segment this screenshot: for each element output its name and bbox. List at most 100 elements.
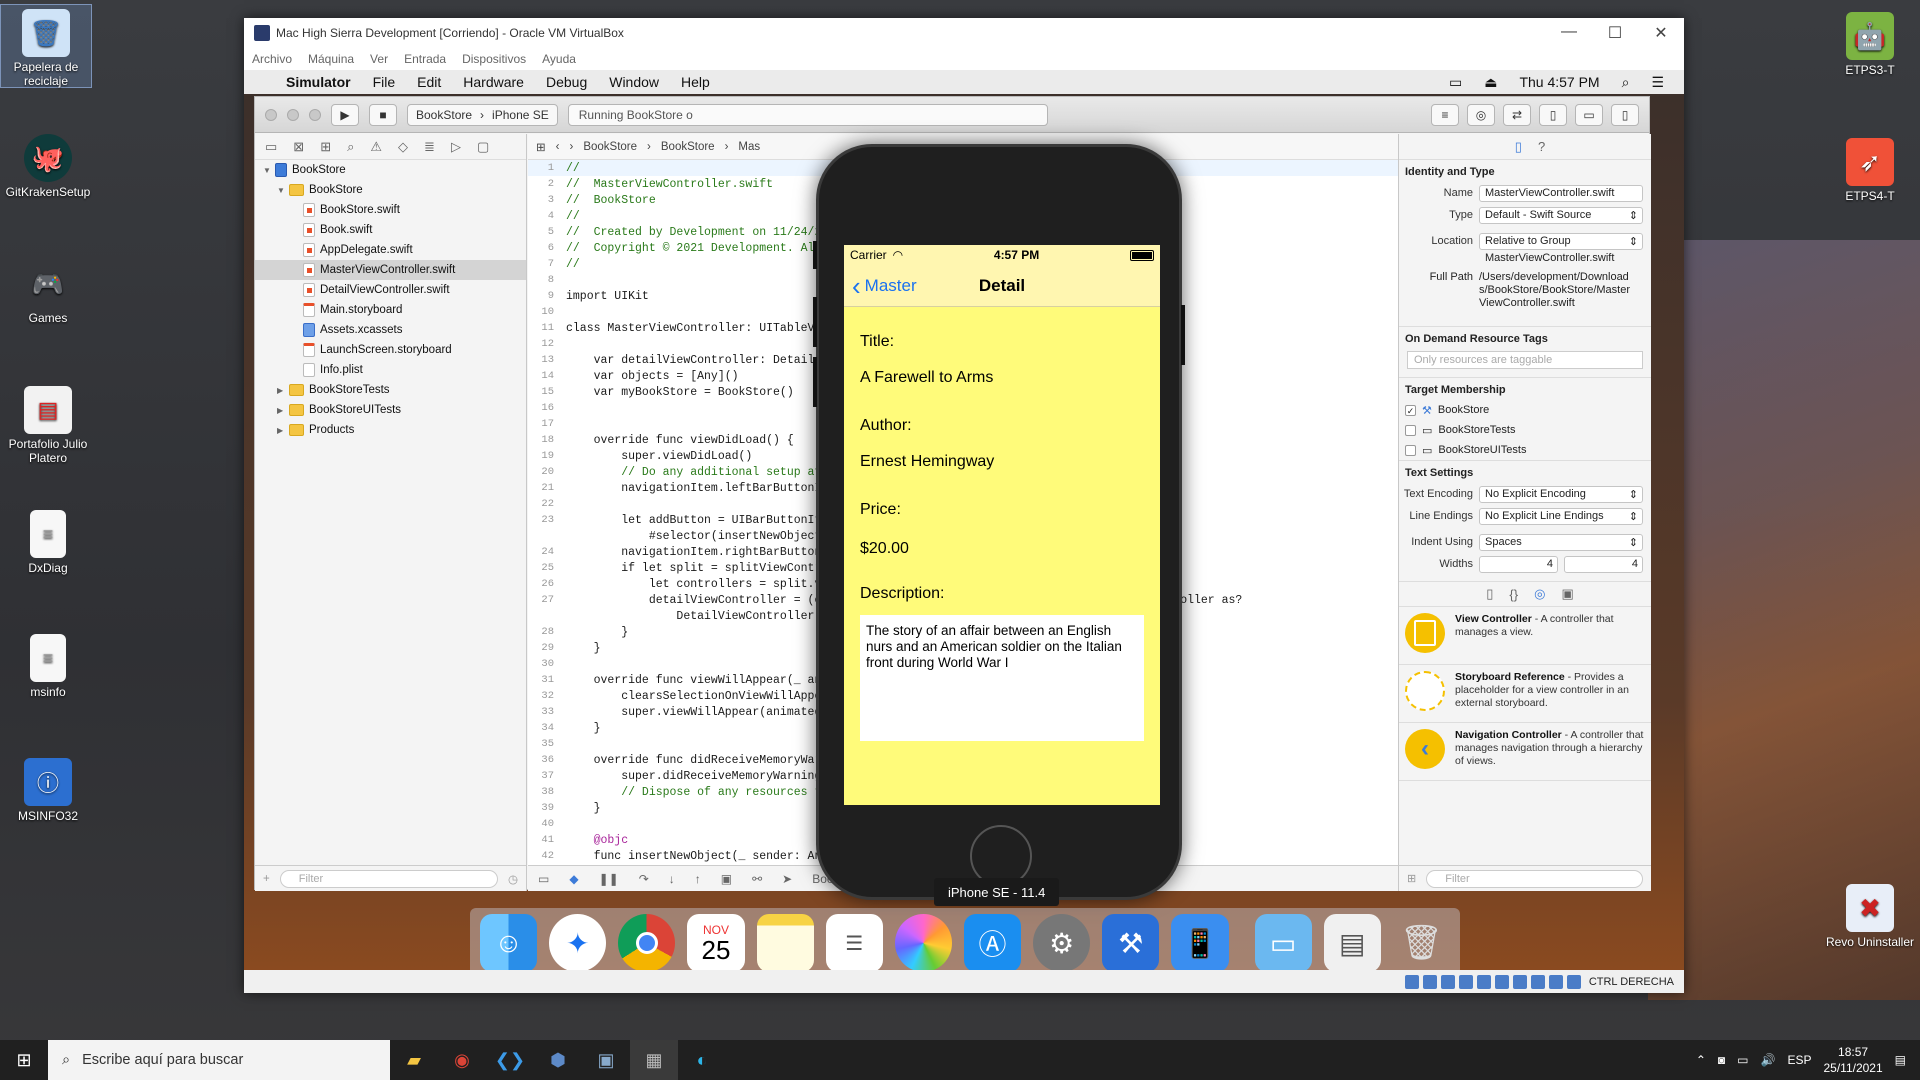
back-button[interactable]: ‹ Master xyxy=(844,273,917,299)
system-preferences-icon[interactable]: ⚙ xyxy=(1033,914,1091,970)
checkbox[interactable]: ✓ xyxy=(1405,404,1416,416)
simulator-icon[interactable]: 📱 xyxy=(1171,914,1229,970)
navigator-toggle-icon[interactable]: ▯ xyxy=(1539,103,1567,126)
vm-menu-dispositivos[interactable]: Dispositivos xyxy=(462,52,526,66)
jump-group[interactable]: BookStore xyxy=(661,141,715,153)
minimize-button[interactable]: — xyxy=(1546,23,1592,43)
stop-button[interactable]: ■ xyxy=(369,103,397,126)
desktop-icon-gitkraken[interactable]: 🐙 GitKrakenSetup xyxy=(2,130,94,199)
library-item-storyboard-reference[interactable]: Storyboard Reference - Provides a placeh… xyxy=(1399,665,1651,723)
library-item-view-controller[interactable]: View Controller - A controller that mana… xyxy=(1399,607,1651,665)
view-debugger-icon[interactable]: ▣ xyxy=(721,872,732,886)
app-store-icon[interactable]: Ⓐ xyxy=(963,914,1022,970)
file-tree-row[interactable]: ▶ BookStoreTests xyxy=(255,380,526,400)
code-snippet-icon[interactable]: {} xyxy=(1509,587,1518,602)
photos-icon[interactable] xyxy=(894,914,952,970)
chrome-icon[interactable] xyxy=(618,914,676,970)
notifications-icon[interactable]: ▤ xyxy=(1895,1053,1906,1067)
checkbox[interactable] xyxy=(1405,424,1416,436)
desktop-icon-revo[interactable]: ✖ Revo Uninstaller xyxy=(1824,880,1916,949)
hdd-icon[interactable] xyxy=(1404,974,1419,989)
menu-file[interactable]: File xyxy=(373,74,396,90)
usb-icon[interactable] xyxy=(1476,974,1491,989)
disclosure-icon[interactable]: ▶ xyxy=(277,406,289,415)
close-button[interactable]: ✕ xyxy=(1638,23,1684,43)
app-icon[interactable]: ⬢ xyxy=(534,1040,582,1080)
name-field[interactable]: MasterViewController.swift xyxy=(1479,184,1643,202)
preview-icon[interactable]: ▤ xyxy=(1323,914,1381,970)
reminders-icon[interactable]: ☰ xyxy=(825,914,883,970)
file-tree-row[interactable]: LaunchScreen.storyboard xyxy=(255,340,526,360)
library-item-navigation-controller[interactable]: ‹ Navigation Controller - A controller t… xyxy=(1399,723,1651,781)
recent-files-icon[interactable]: ◷ xyxy=(508,872,518,886)
menu-debug[interactable]: Debug xyxy=(546,74,587,90)
library-filter[interactable]: Filter xyxy=(1426,869,1643,888)
disclosure-icon[interactable]: ▶ xyxy=(277,426,289,435)
language-indicator[interactable]: ESP xyxy=(1787,1053,1811,1067)
finder-icon[interactable]: ☺ xyxy=(480,914,538,970)
taskbar-clock[interactable]: 18:57 25/11/2021 xyxy=(1823,1044,1882,1076)
file-tree-row[interactable]: Book.swift xyxy=(255,220,526,240)
navigator-filter[interactable]: Filter xyxy=(279,869,498,888)
step-over-icon[interactable]: ↷ xyxy=(639,872,649,886)
taskbar-search[interactable]: ⌕ Escribe aquí para buscar xyxy=(48,1040,390,1080)
calendar-icon[interactable]: NOV 25 xyxy=(687,914,745,970)
checkbox[interactable] xyxy=(1405,444,1416,456)
type-select[interactable]: Default - Swift Source ⇕ xyxy=(1479,206,1643,224)
chrome-taskbar-icon[interactable]: ◉ xyxy=(438,1040,486,1080)
optical-drive-icon[interactable] xyxy=(1422,974,1437,989)
file-tree-row[interactable]: ▼ BookStore xyxy=(255,160,526,180)
find-icon[interactable]: ⌕ xyxy=(347,139,354,155)
menu-help[interactable]: Help xyxy=(681,74,710,90)
window-close-dot[interactable] xyxy=(265,108,277,121)
location-icon[interactable]: ➤ xyxy=(782,872,792,886)
windows-start-icon[interactable]: ⊞ xyxy=(0,1050,48,1071)
indent-width-field[interactable]: 4 xyxy=(1564,555,1643,573)
location-select[interactable]: Relative to Group ⇕ xyxy=(1479,232,1643,250)
menu-window[interactable]: Window xyxy=(609,74,659,90)
related-items-icon[interactable]: ⊞ xyxy=(536,140,546,154)
desktop-icon-etps3[interactable]: 🤖 ETPS3-T xyxy=(1824,8,1916,77)
vm-menu-maquina[interactable]: Máquina xyxy=(308,52,354,66)
eject-icon[interactable]: ⏏ xyxy=(1484,74,1497,91)
audio-icon[interactable] xyxy=(1440,974,1455,989)
debug-area-toggle-icon[interactable]: ▭ xyxy=(1575,103,1603,126)
window-minimize-dot[interactable] xyxy=(287,108,299,121)
folder-icon[interactable]: ▭ xyxy=(265,139,277,155)
add-icon[interactable]: + xyxy=(263,873,270,885)
file-tree-row[interactable]: Main.storyboard xyxy=(255,300,526,320)
cpu-icon[interactable] xyxy=(1548,974,1563,989)
file-tree-row[interactable]: ▼ BookStore xyxy=(255,180,526,200)
folder-icon[interactable]: ▭ xyxy=(1254,914,1312,970)
recording-icon[interactable] xyxy=(1530,974,1545,989)
scheme-selector[interactable]: BookStore › iPhone SE xyxy=(407,103,558,126)
endings-select[interactable]: No Explicit Line Endings ⇕ xyxy=(1479,507,1643,525)
desktop-icon-etps4[interactable]: ➶ ETPS4-T xyxy=(1824,134,1916,203)
display-icon[interactable]: ▭ xyxy=(1449,74,1462,91)
virtualbox-taskbar-icon[interactable]: ▦ xyxy=(630,1040,678,1080)
menu-app-name[interactable]: Simulator xyxy=(286,74,351,90)
vscode-icon[interactable]: ❮❯ xyxy=(486,1040,534,1080)
back-icon[interactable]: ‹ xyxy=(556,141,560,153)
run-button[interactable]: ▶ xyxy=(331,103,359,126)
memory-graph-icon[interactable]: ⚯ xyxy=(752,872,762,886)
assistant-editor-icon[interactable]: ◎ xyxy=(1467,103,1495,126)
file-tree-row[interactable]: ▶ BookStoreUITests xyxy=(255,400,526,420)
menu-hardware[interactable]: Hardware xyxy=(463,74,524,90)
menu-edit[interactable]: Edit xyxy=(417,74,441,90)
file-explorer-icon[interactable]: ▰ xyxy=(390,1040,438,1080)
version-editor-icon[interactable]: ⇄ xyxy=(1503,103,1531,126)
symbol-icon[interactable]: ⊞ xyxy=(320,139,331,155)
source-control-icon[interactable]: ⊠ xyxy=(293,139,304,155)
encoding-select[interactable]: No Explicit Encoding ⇕ xyxy=(1479,485,1643,503)
vm-menu-archivo[interactable]: Archivo xyxy=(252,52,292,66)
step-in-icon[interactable]: ↓ xyxy=(669,872,675,886)
notification-center-icon[interactable]: ☰ xyxy=(1651,74,1664,91)
maximize-button[interactable]: ☐ xyxy=(1592,23,1638,43)
forward-icon[interactable]: › xyxy=(569,141,573,153)
shared-folders-icon[interactable] xyxy=(1494,974,1509,989)
file-tree-row[interactable]: Info.plist xyxy=(255,360,526,380)
report-icon[interactable]: ▢ xyxy=(477,139,489,155)
standard-editor-icon[interactable]: ≡ xyxy=(1431,103,1459,126)
file-tree-row[interactable]: MasterViewController.swift xyxy=(255,260,526,280)
